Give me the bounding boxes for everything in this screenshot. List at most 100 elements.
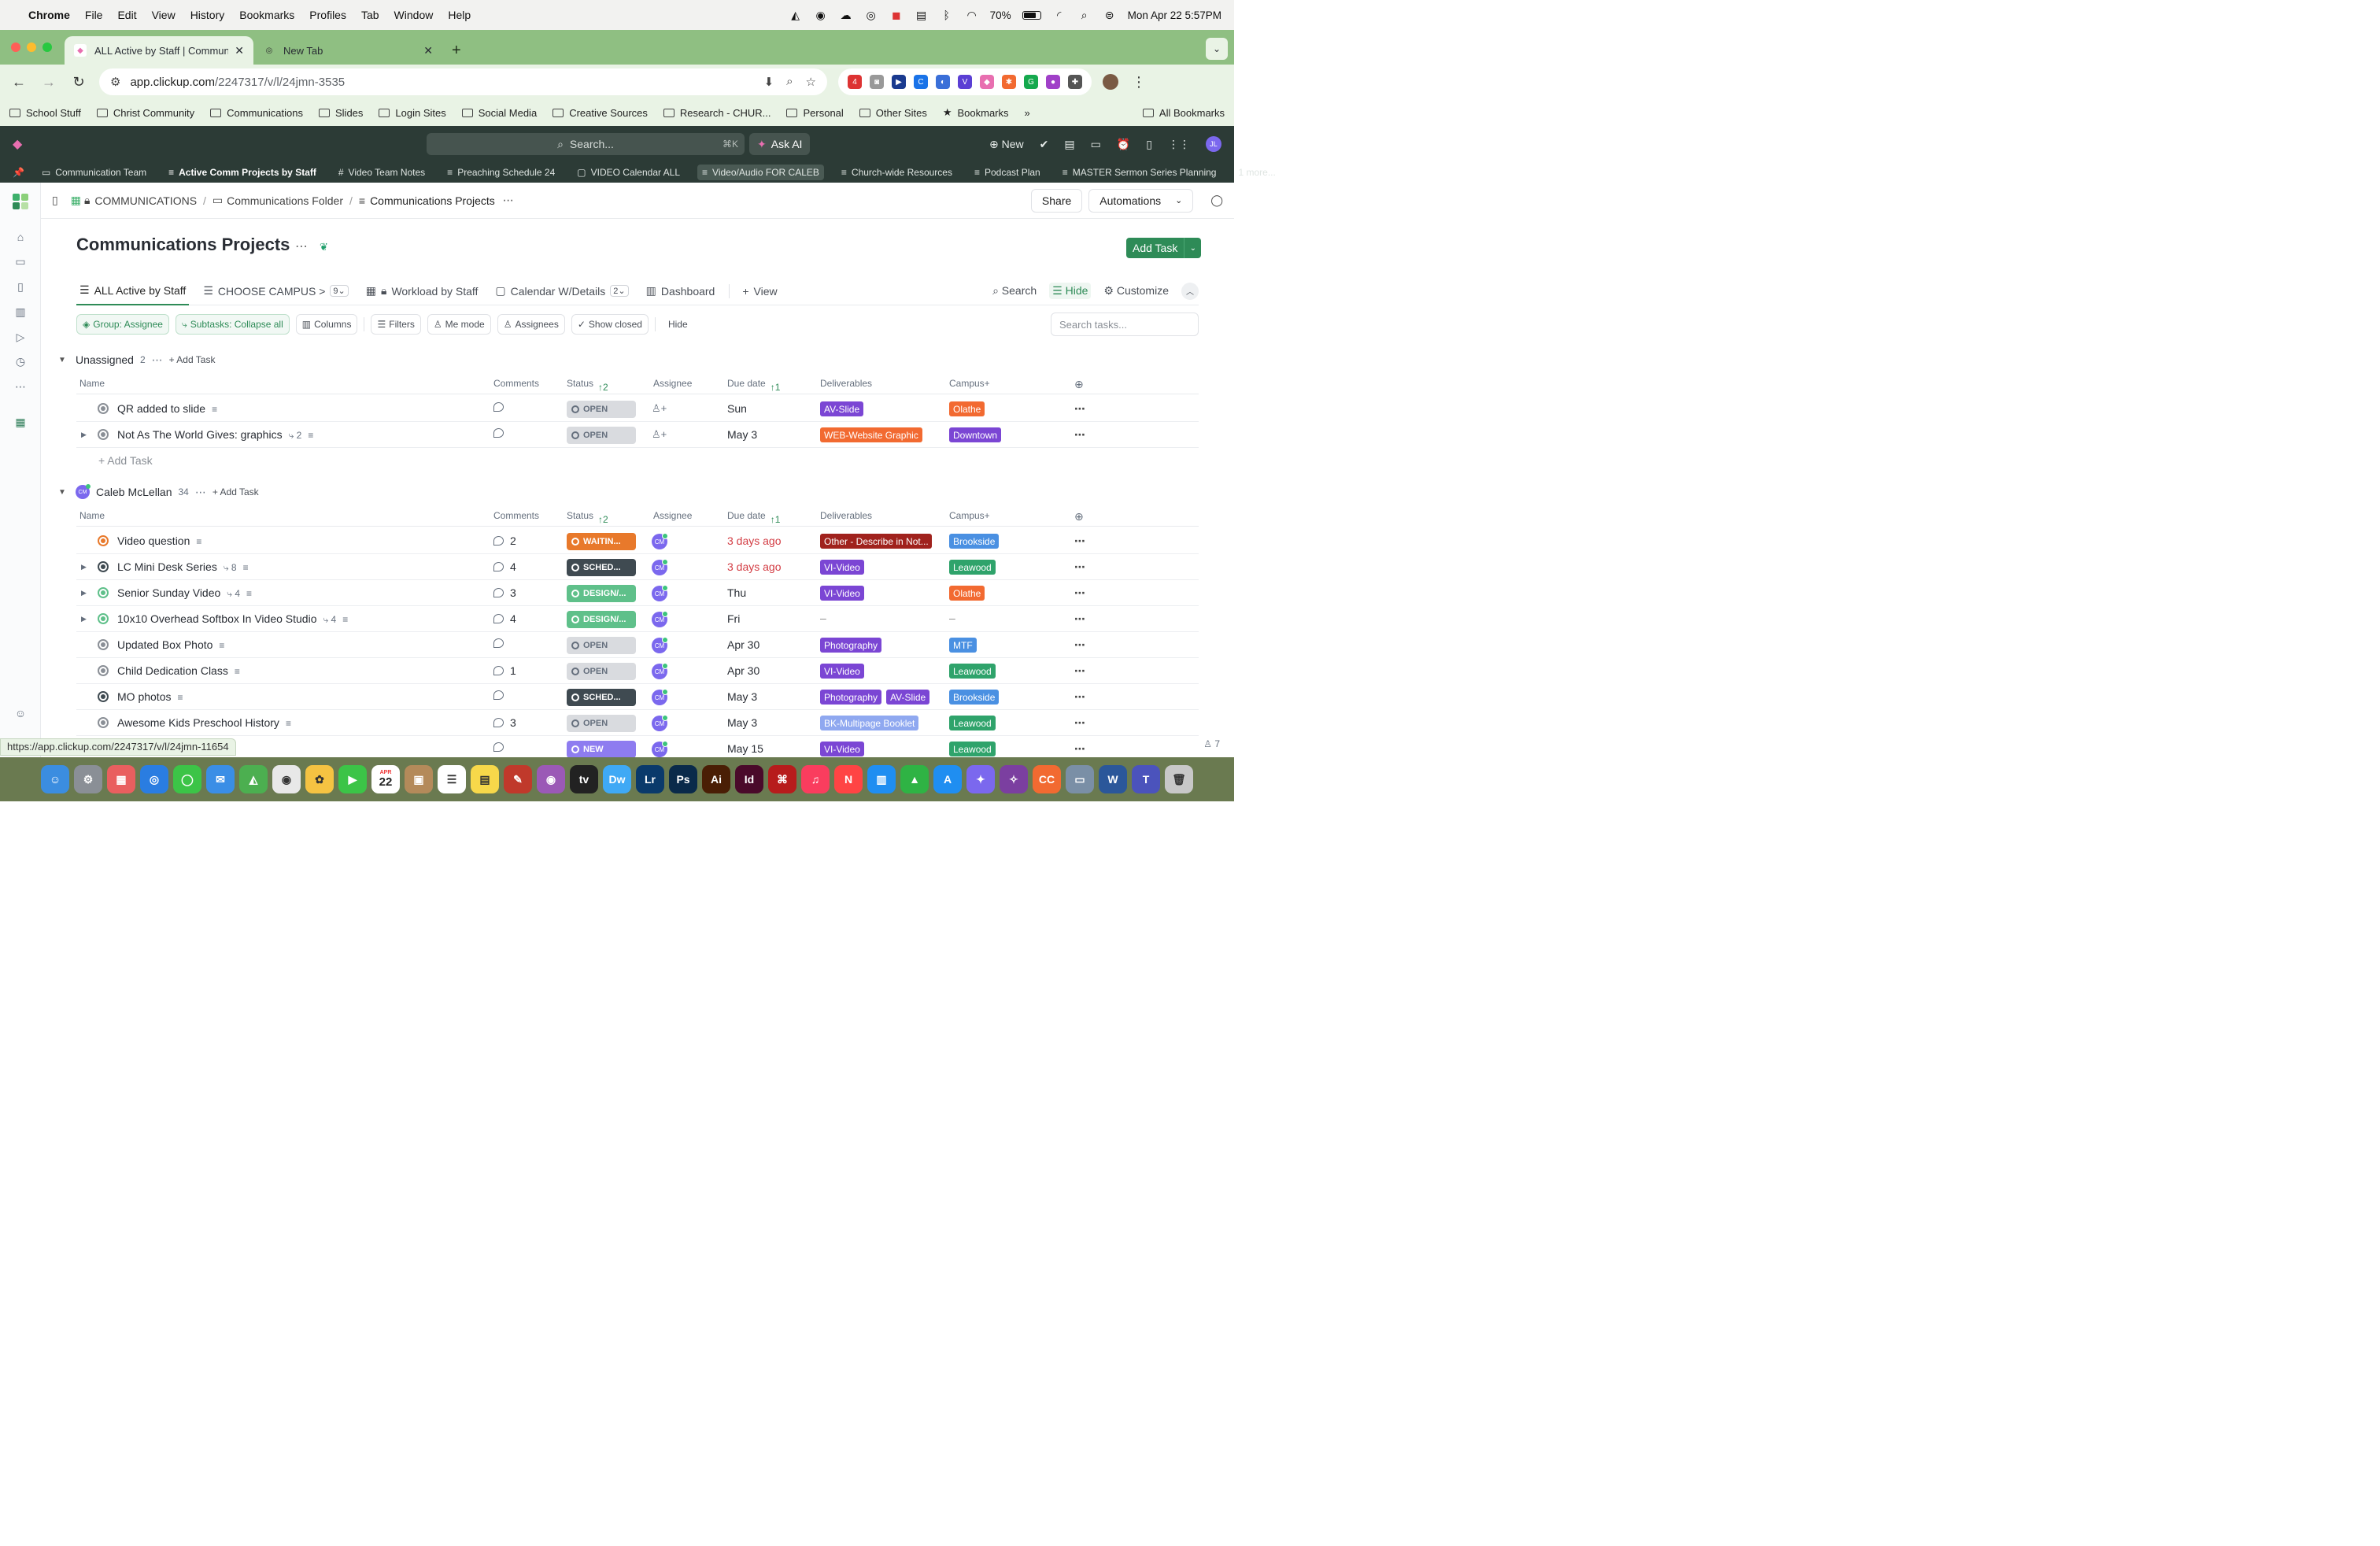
table-row[interactable]: ▶ Not As The World Gives: graphics ⤷ 2 ≡ OPE… (76, 422, 1199, 448)
dock-teams-icon[interactable]: T (1132, 765, 1160, 793)
column-header-campus[interactable]: Campus+ (949, 510, 990, 521)
column-header-due[interactable]: Due date ↑1 (727, 510, 780, 525)
profile-avatar[interactable] (1103, 74, 1118, 90)
deliverables-cell[interactable]: VI-Video (820, 586, 864, 601)
comments-cell[interactable]: 3 (493, 716, 516, 729)
task-name[interactable]: Senior Sunday Video ⤷ 4 ≡ (117, 586, 252, 600)
forward-arrow-icon[interactable]: → (39, 74, 58, 91)
task-name[interactable]: Child Dedication Class ≡ (117, 664, 240, 677)
browser-tab-new[interactable]: ◎ New Tab ✕ (253, 36, 442, 65)
dock-podcasts-icon[interactable]: ◉ (537, 765, 565, 793)
status-circle-icon[interactable] (98, 429, 109, 440)
row-more-icon[interactable]: ⋯ (1074, 534, 1085, 548)
tab-search-chevron-icon[interactable]: ⌄ (1206, 38, 1228, 60)
table-row[interactable]: ▶ 10x10 Overhead Softbox In Video Studio ⤷… (76, 606, 1199, 632)
purple-extension-icon[interactable]: ● (1046, 75, 1060, 89)
expand-subtasks-icon[interactable]: ▶ (81, 563, 87, 571)
due-date[interactable]: May 3 (727, 716, 757, 729)
dock-lr-icon[interactable]: Lr (636, 765, 664, 793)
status-circle-icon[interactable] (98, 691, 109, 702)
install-app-icon[interactable]: ⬇ (764, 75, 774, 89)
dock-ai-icon[interactable]: Ai (702, 765, 730, 793)
dock-news-icon[interactable]: N (834, 765, 863, 793)
status-circle-icon[interactable] (98, 403, 109, 414)
bookmark-folder[interactable]: Slides (319, 107, 363, 119)
menu-file[interactable]: File (85, 9, 103, 21)
bookmarks-overflow-icon[interactable]: » (1025, 107, 1030, 119)
maximize-window-button[interactable] (42, 43, 52, 52)
columns-chip[interactable]: ▥ Columns (295, 314, 358, 335)
favorite-item[interactable]: ≡ Church-wide Resources (837, 165, 957, 180)
dock-preview-icon[interactable]: ▭ (1066, 765, 1094, 793)
document-icon[interactable]: ▯ (1146, 138, 1152, 151)
favorite-item-selected[interactable]: ≡ Video/Audio FOR CALEB (697, 165, 824, 180)
sort-arrow-icon[interactable]: ↑2 (598, 382, 608, 393)
new-tab-button[interactable]: + (442, 36, 471, 65)
puzzle-extensions-icon[interactable]: ✚ (1068, 75, 1082, 89)
chevron-down-icon[interactable]: ⌄ (1175, 195, 1182, 205)
dock-word-icon[interactable]: W (1099, 765, 1127, 793)
table-row[interactable]: Updated Box Photo ≡ OPEN CM Apr 30 Photograph… (76, 632, 1199, 658)
grammarly-extension-icon[interactable]: G (1024, 75, 1038, 89)
favorite-item[interactable]: ▢ VIDEO Calendar ALL (572, 165, 685, 180)
status-badge[interactable]: NEW (567, 741, 636, 758)
site-settings-icon[interactable]: ⚙ (110, 75, 120, 89)
group-by-chip[interactable]: ◈ Group: Assignee (76, 314, 169, 335)
menu-tab[interactable]: Tab (361, 9, 379, 21)
browser-tab-clickup[interactable]: ◆ ALL Active by Staff | Commun ✕ (65, 36, 253, 65)
tab-all-active-by-staff[interactable]: ☰ ALL Active by Staff (76, 277, 190, 305)
dock-keynote-icon[interactable]: ▥ (867, 765, 896, 793)
apps-grid-icon[interactable]: ⋮⋮ (1168, 138, 1190, 151)
status-badge[interactable]: DESIGN/... (567, 611, 636, 628)
status-badge[interactable]: OPEN (567, 401, 636, 418)
assignee-cell[interactable]: ♙+ (652, 401, 667, 415)
view-count-badge[interactable]: 2⌄ (610, 285, 629, 297)
column-header-name[interactable]: Name (79, 378, 105, 389)
due-date[interactable]: Sun (727, 402, 747, 415)
breadcrumb-folder[interactable]: Communications Folder (227, 194, 343, 207)
close-window-button[interactable] (11, 43, 20, 52)
dock-contacts-icon[interactable]: ▣ (405, 765, 433, 793)
status-badge[interactable]: SCHED... (567, 559, 636, 576)
dock-facetime-icon[interactable]: ▶ (338, 765, 367, 793)
column-header-status[interactable]: Status ↑2 (567, 378, 608, 393)
comments-cell[interactable] (493, 638, 504, 648)
campus-cell[interactable]: Leawood (949, 664, 996, 679)
add-column-icon[interactable]: ⊕ (1074, 378, 1084, 391)
deliverables-cell[interactable]: VI-Video (820, 664, 864, 679)
deliverables-cell[interactable]: VI-Video (820, 742, 864, 756)
status-circle-icon[interactable] (98, 535, 109, 546)
favorite-item[interactable]: ≡ MASTER Sermon Series Planning (1058, 165, 1221, 180)
group-add-task-button[interactable]: + Add Task (213, 486, 259, 497)
menubar-clock[interactable]: Mon Apr 22 5:57PM (1128, 9, 1221, 21)
bookmark-folder[interactable]: Creative Sources (552, 107, 648, 119)
chevron-down-icon[interactable]: ⌄ (1184, 238, 1202, 258)
favorite-item[interactable]: ≡ Podcast Plan (970, 165, 1045, 180)
spotlight-search-icon[interactable]: ⌕ (1077, 8, 1092, 22)
dock-business-icon[interactable]: ✧ (1000, 765, 1028, 793)
bookmark-folder[interactable]: Other Sites (859, 107, 927, 119)
row-more-icon[interactable]: ⋯ (1074, 638, 1085, 652)
dock-id-icon[interactable]: Id (735, 765, 763, 793)
invite-user-icon[interactable]: ☺ (13, 706, 28, 720)
dock-app-store-icon[interactable]: A (933, 765, 962, 793)
subtask-count[interactable]: ⤷ 4 (227, 588, 240, 599)
row-more-icon[interactable]: ⋯ (1074, 586, 1085, 600)
menu-window[interactable]: Window (394, 9, 434, 21)
column-header-due[interactable]: Due date ↑1 (727, 378, 780, 393)
group-more-icon[interactable]: ⋯ (152, 353, 163, 367)
comments-cell[interactable] (493, 402, 504, 412)
menu-help[interactable]: Help (448, 9, 471, 21)
dock-launchpad-icon[interactable]: ▦ (107, 765, 135, 793)
collapse-header-icon[interactable]: ︿ (1181, 282, 1199, 300)
task-counter[interactable]: ♙ 7 (1203, 738, 1220, 749)
alarm-clock-icon[interactable]: ⏰ (1117, 138, 1130, 151)
airdrop-icon[interactable]: ◠ (965, 8, 979, 22)
table-row[interactable]: QR added to slide ≡ OPEN ♙+ Sun AV-Slide Olath… (76, 396, 1199, 422)
deliverables-cell[interactable]: BK-Multipage Booklet (820, 716, 919, 730)
add-task-row[interactable]: + Add Task (76, 448, 1199, 474)
status-circle-icon[interactable] (98, 613, 109, 624)
assignee-cell[interactable]: ♙+ (652, 427, 667, 441)
due-date[interactable]: May 3 (727, 428, 757, 441)
search-tasks-input[interactable] (1051, 313, 1199, 336)
